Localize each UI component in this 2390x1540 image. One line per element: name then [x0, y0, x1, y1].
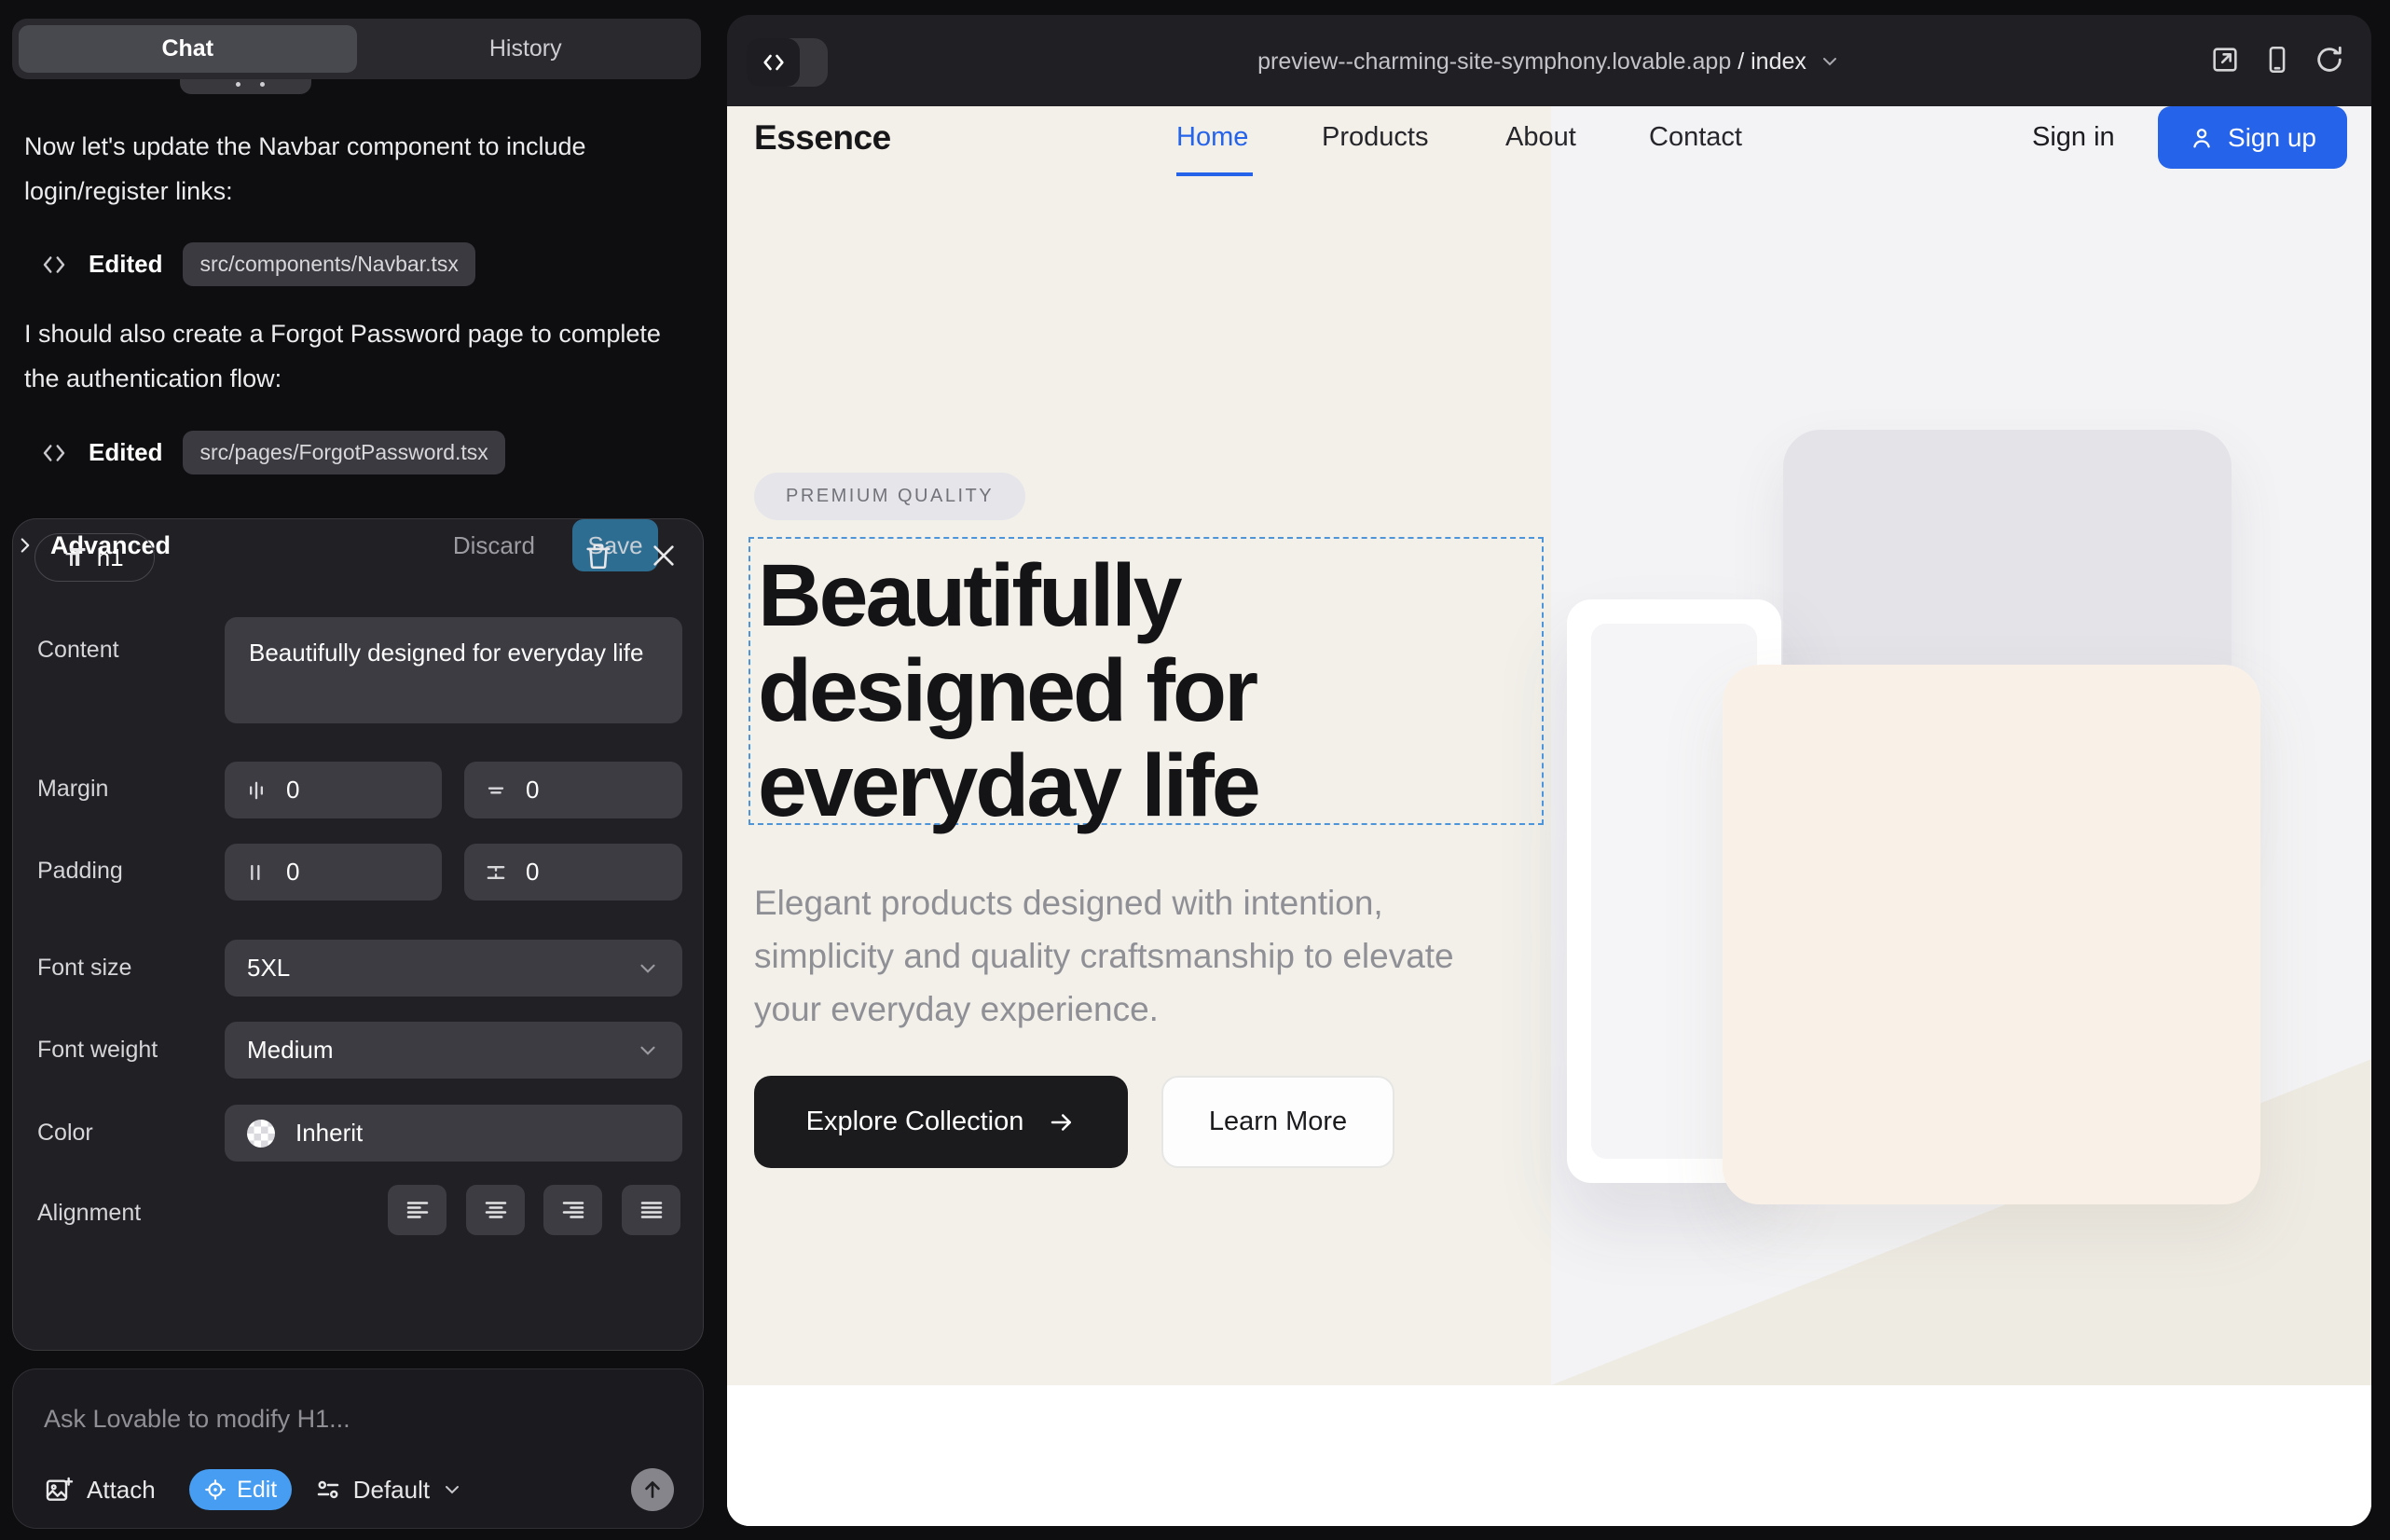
margin-x-input[interactable]: 0	[225, 762, 442, 818]
tab-chat[interactable]: Chat	[19, 25, 357, 73]
alignment-label: Alignment	[37, 1200, 141, 1227]
mobile-view-icon[interactable]	[2261, 44, 2293, 76]
brand-logo[interactable]: Essence	[754, 118, 891, 158]
composer-input[interactable]: Ask Lovable to modify H1...	[44, 1405, 350, 1434]
padding-horizontal-icon	[243, 859, 269, 886]
chat-composer[interactable]: Ask Lovable to modify H1... Attach Edit …	[12, 1368, 704, 1529]
refresh-icon[interactable]	[2314, 44, 2345, 76]
chevron-down-icon	[636, 956, 660, 981]
arrow-right-icon	[1048, 1108, 1076, 1136]
chevron-down-icon	[1819, 50, 1841, 73]
user-icon	[2189, 125, 2215, 151]
decor-card-beige	[1723, 665, 2260, 1204]
font-size-label: Font size	[37, 955, 131, 982]
edited-file-row: Edited src/components/Navbar.tsx	[40, 242, 475, 286]
edited-label: Edited	[89, 438, 162, 467]
content-input[interactable]: Beautifully designed for everyday life	[225, 617, 682, 723]
tab-history[interactable]: History	[357, 25, 695, 73]
align-justify-button[interactable]	[622, 1185, 680, 1235]
padding-y-input[interactable]: 0	[464, 844, 682, 901]
crosshair-icon	[203, 1478, 227, 1502]
attach-image-icon	[44, 1475, 74, 1505]
edited-file-chip[interactable]: src/pages/ForgotPassword.tsx	[183, 431, 504, 474]
learn-more-button[interactable]: Learn More	[1161, 1076, 1394, 1168]
padding-vertical-icon	[483, 859, 509, 886]
send-button[interactable]	[631, 1468, 674, 1511]
nav-link-home[interactable]: Home	[1176, 122, 1248, 153]
padding-label: Padding	[37, 858, 123, 885]
premium-quality-badge: PREMIUM QUALITY	[754, 473, 1025, 520]
align-right-button[interactable]	[543, 1185, 602, 1235]
chat-panel: Chat History Now let's update the Navbar…	[0, 0, 727, 1540]
nav-link-about[interactable]: About	[1505, 122, 1576, 153]
sign-in-link[interactable]: Sign in	[2032, 122, 2115, 153]
preview-browser: preview--charming-site-symphony.lovable.…	[727, 15, 2371, 1526]
nav-link-products[interactable]: Products	[1322, 122, 1428, 153]
color-label: Color	[37, 1120, 93, 1147]
explore-collection-button[interactable]: Explore Collection	[754, 1076, 1128, 1168]
model-default-select[interactable]: Default	[314, 1476, 463, 1505]
close-icon[interactable]	[643, 535, 684, 576]
edited-label: Edited	[89, 250, 162, 279]
chat-history-tabs: Chat History	[12, 19, 701, 79]
chevron-down-icon	[441, 1478, 463, 1501]
sliders-icon	[314, 1476, 342, 1504]
discard-button[interactable]: Discard	[453, 531, 535, 560]
arrow-up-icon	[640, 1478, 665, 1502]
align-left-button[interactable]	[388, 1185, 446, 1235]
edited-file-chip[interactable]: src/components/Navbar.tsx	[183, 242, 474, 286]
active-nav-underline	[1176, 172, 1253, 176]
nav-link-contact[interactable]: Contact	[1649, 122, 1742, 153]
font-weight-label: Font weight	[37, 1037, 158, 1064]
chat-message: Now let's update the Navbar component to…	[24, 124, 677, 213]
font-size-select[interactable]: 5XL	[225, 940, 682, 997]
edit-mode-button[interactable]: Edit	[189, 1469, 292, 1510]
type-icon: TT	[65, 543, 85, 572]
color-select[interactable]: Inherit	[225, 1105, 682, 1162]
preview-toolbar: preview--charming-site-symphony.lovable.…	[727, 15, 2371, 106]
element-tag-badge[interactable]: TT h1	[34, 533, 155, 582]
align-center-button[interactable]	[466, 1185, 525, 1235]
site-preview: Essence Home Products About Contact Sign…	[727, 106, 2371, 1526]
hero-description: Elegant products designed with intention…	[754, 876, 1500, 1036]
element-tag-label: h1	[97, 543, 124, 572]
edited-file-row: Edited src/pages/ForgotPassword.tsx	[40, 431, 505, 474]
preview-url[interactable]: preview--charming-site-symphony.lovable.…	[727, 48, 2371, 76]
delete-element-button[interactable]	[578, 535, 619, 576]
section-below-hero	[727, 1385, 2371, 1526]
margin-y-input[interactable]: 0	[464, 762, 682, 818]
code-icon	[40, 251, 68, 279]
content-label: Content	[37, 637, 119, 664]
scrolled-chip-partial	[180, 79, 311, 94]
color-swatch	[247, 1120, 275, 1148]
code-icon	[40, 439, 68, 467]
attach-button[interactable]: Attach	[44, 1475, 156, 1505]
padding-x-input[interactable]: 0	[225, 844, 442, 901]
hero-heading[interactable]: Beautifully designed for everyday life	[758, 548, 1541, 833]
open-external-icon[interactable]	[2209, 44, 2241, 76]
element-editor-panel: TT h1 Content Beautifully designed for e…	[12, 518, 704, 1351]
chevron-down-icon	[636, 1038, 660, 1063]
margin-vertical-icon	[483, 777, 509, 804]
chat-message: I should also create a Forgot Password p…	[24, 311, 677, 401]
margin-horizontal-icon	[243, 777, 269, 804]
chevron-right-icon	[13, 533, 37, 557]
sign-up-button[interactable]: Sign up	[2158, 106, 2347, 169]
margin-label: Margin	[37, 776, 108, 803]
font-weight-select[interactable]: Medium	[225, 1022, 682, 1079]
